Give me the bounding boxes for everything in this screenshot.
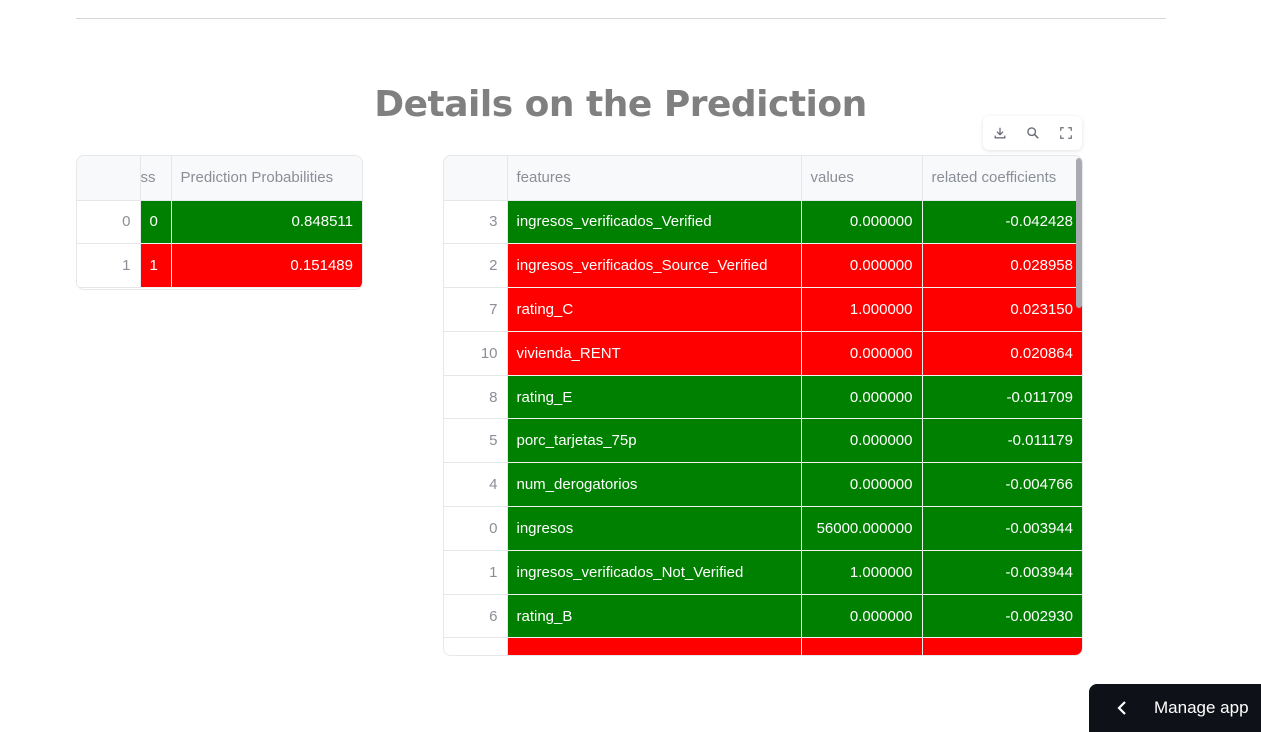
column-header-probabilities[interactable]: Prediction Probabilities [171, 156, 362, 201]
column-header-class[interactable]: ss [140, 156, 172, 201]
cell-feature[interactable]: ingresos_verificados_Verified [507, 200, 802, 245]
index-header[interactable] [77, 156, 141, 201]
probabilities-table[interactable]: ss Prediction Probabilities 0 0 0.848511 1 1… [76, 155, 363, 290]
manage-app-button[interactable]: Manage app [1089, 684, 1261, 732]
table-row[interactable]: 7 rating_C 1.000000 0.023150 [444, 287, 1082, 332]
row-index[interactable]: 5 [444, 418, 508, 464]
cell-feature[interactable]: ingresos_verificados_Source_Verified [507, 243, 802, 289]
cell-coefficient[interactable] [922, 637, 1082, 655]
row-index[interactable] [444, 637, 508, 655]
top-divider [76, 18, 1166, 19]
cell-value[interactable]: 0.000000 [801, 462, 923, 508]
table-row[interactable] [444, 637, 1082, 655]
cell-value[interactable]: 0.000000 [801, 418, 923, 464]
cell-coefficient[interactable]: 0.028958 [922, 243, 1082, 289]
table-row[interactable]: 5 porc_tarjetas_75p 0.000000 -0.011179 [444, 418, 1082, 464]
cell-value[interactable] [801, 637, 923, 655]
cell-feature[interactable]: porc_tarjetas_75p [507, 418, 802, 464]
column-header-values[interactable]: values [801, 156, 923, 201]
coefficients-table[interactable]: features values related coefficients 3 in… [443, 155, 1083, 656]
table-row[interactable]: 8 rating_E 0.000000 -0.011709 [444, 375, 1082, 420]
cell-coefficient[interactable]: 0.020864 [922, 331, 1082, 376]
index-header[interactable] [444, 156, 508, 201]
table-row[interactable]: 4 num_derogatorios 0.000000 -0.004766 [444, 462, 1082, 508]
row-index[interactable]: 1 [77, 243, 141, 289]
table-row[interactable]: 1 1 0.151489 [77, 243, 362, 289]
table-row[interactable]: 6 rating_B 0.000000 -0.002930 [444, 594, 1082, 639]
cell-feature[interactable]: vivienda_RENT [507, 331, 802, 376]
cell-value[interactable]: 0.000000 [801, 200, 923, 245]
row-index[interactable]: 3 [444, 200, 508, 245]
dataframe-toolbar [983, 116, 1082, 150]
table-row[interactable]: 10 vivienda_RENT 0.000000 0.020864 [444, 331, 1082, 376]
row-index[interactable]: 10 [444, 331, 508, 376]
column-header-coefficients[interactable]: related coefficients [922, 156, 1082, 201]
cell-value[interactable]: 0.000000 [801, 375, 923, 420]
table-row[interactable]: 2 ingresos_verificados_Source_Verified 0.0… [444, 243, 1082, 289]
row-index[interactable]: 4 [444, 462, 508, 508]
cell-coefficient[interactable]: -0.011179 [922, 418, 1082, 464]
download-icon[interactable] [988, 121, 1012, 145]
vertical-scrollbar[interactable] [1076, 158, 1082, 308]
table-row[interactable]: 3 ingresos_verificados_Verified 0.000000 -0… [444, 200, 1082, 245]
cell-value[interactable]: 1.000000 [801, 550, 923, 595]
row-index[interactable]: 2 [444, 243, 508, 289]
column-header-features[interactable]: features [507, 156, 802, 201]
cell-value[interactable]: 1.000000 [801, 287, 923, 332]
table-row[interactable]: 0 ingresos 56000.000000 -0.003944 [444, 506, 1082, 551]
cell-feature[interactable]: rating_B [507, 594, 802, 639]
cell-feature[interactable]: rating_C [507, 287, 802, 332]
manage-app-label: Manage app [1154, 698, 1249, 717]
chevron-left-icon [1116, 700, 1138, 716]
table-row[interactable]: 1 ingresos_verificados_Not_Verified 1.0000… [444, 550, 1082, 595]
cell-coefficient[interactable]: -0.004766 [922, 462, 1082, 508]
row-index[interactable]: 0 [77, 200, 141, 245]
row-index[interactable]: 7 [444, 287, 508, 332]
cell-value[interactable]: 0.000000 [801, 331, 923, 376]
row-index[interactable]: 6 [444, 594, 508, 639]
cell-coefficient[interactable]: 0.023150 [922, 287, 1082, 332]
table-row[interactable]: 0 0 0.848511 [77, 200, 362, 245]
cell-coefficient[interactable]: -0.002930 [922, 594, 1082, 639]
cell-coefficient[interactable]: -0.011709 [922, 375, 1082, 420]
cell-coefficient[interactable]: -0.003944 [922, 550, 1082, 595]
cell-coefficient[interactable]: -0.003944 [922, 506, 1082, 551]
cell-class[interactable]: 1 [140, 243, 172, 289]
row-index[interactable]: 0 [444, 506, 508, 551]
cell-feature[interactable]: rating_E [507, 375, 802, 420]
row-index[interactable]: 8 [444, 375, 508, 420]
fullscreen-icon[interactable] [1054, 121, 1078, 145]
cell-class[interactable]: 0 [140, 200, 172, 245]
cell-probability[interactable]: 0.151489 [171, 243, 362, 289]
cell-feature[interactable]: num_derogatorios [507, 462, 802, 508]
row-index[interactable]: 1 [444, 550, 508, 595]
cell-value[interactable]: 0.000000 [801, 243, 923, 289]
cell-feature[interactable] [507, 637, 802, 655]
cell-coefficient[interactable]: -0.042428 [922, 200, 1082, 245]
cell-value[interactable]: 0.000000 [801, 594, 923, 639]
cell-value[interactable]: 56000.000000 [801, 506, 923, 551]
cell-feature[interactable]: ingresos [507, 506, 802, 551]
search-icon[interactable] [1021, 121, 1045, 145]
cell-probability[interactable]: 0.848511 [171, 200, 362, 245]
cell-feature[interactable]: ingresos_verificados_Not_Verified [507, 550, 802, 595]
